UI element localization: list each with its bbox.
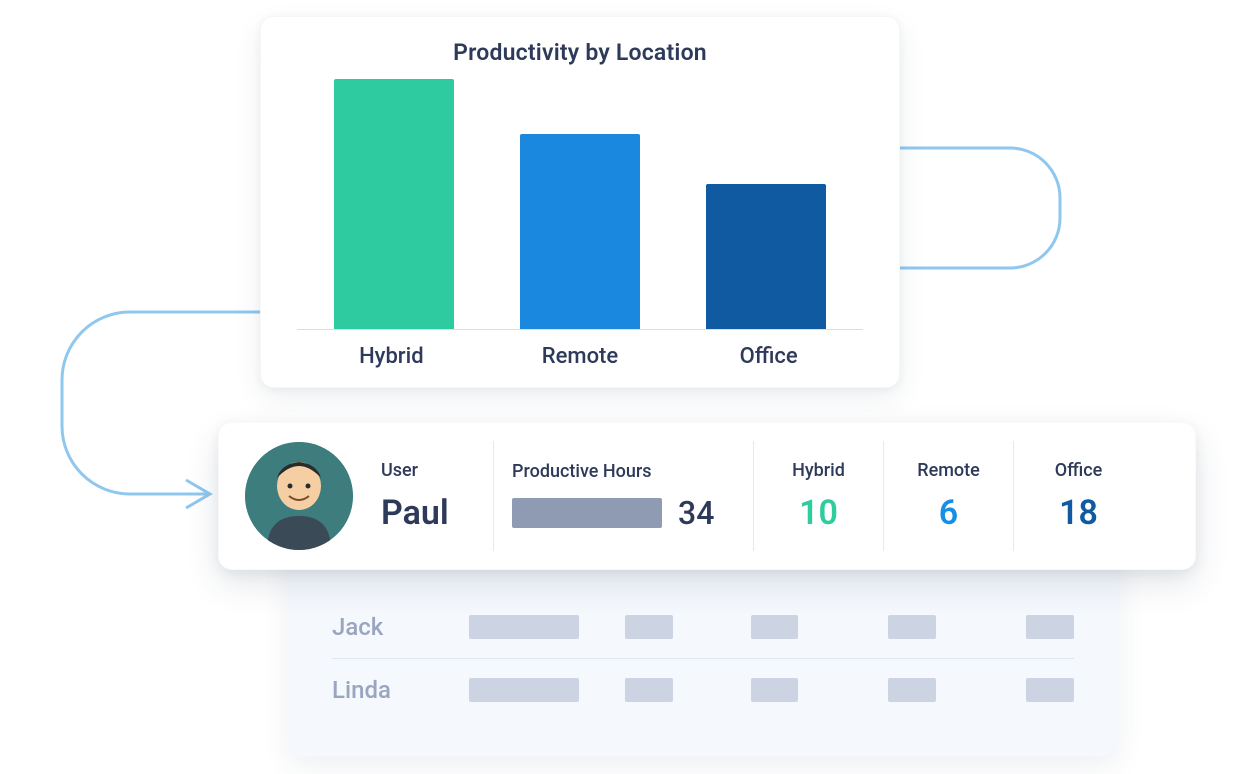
avatar: [245, 442, 353, 550]
chart-plot-area: [297, 76, 863, 330]
list-name: Jack: [332, 613, 451, 641]
placeholder: [751, 678, 799, 702]
chart-label-hybrid: Hybrid: [311, 344, 471, 369]
bar-office: [706, 184, 826, 329]
placeholder: [625, 615, 673, 639]
chart-title: Productivity by Location: [297, 39, 863, 66]
value-office: 18: [1059, 493, 1098, 533]
header-remote: Remote: [917, 460, 980, 481]
list-row: Linda: [332, 658, 1074, 720]
bar-hybrid: [334, 79, 454, 329]
placeholder: [625, 678, 673, 702]
placeholder: [1026, 678, 1074, 702]
header-user: User: [381, 460, 475, 481]
value-hybrid: 10: [799, 493, 838, 533]
productivity-chart-card: Productivity by Location Hybrid Remote O…: [260, 16, 900, 388]
value-remote: 6: [939, 493, 958, 533]
placeholder: [888, 678, 936, 702]
list-row: Jack: [332, 596, 1074, 658]
list-name: Linda: [332, 676, 451, 704]
placeholder: [469, 615, 578, 639]
chart-label-remote: Remote: [500, 344, 660, 369]
header-hybrid: Hybrid: [792, 460, 845, 481]
placeholder: [1026, 615, 1074, 639]
placeholder: [888, 615, 936, 639]
productive-hours-value: 34: [678, 494, 714, 532]
bar-remote: [520, 134, 640, 329]
header-productive-hours: Productive Hours: [512, 461, 735, 482]
placeholder: [751, 615, 799, 639]
user-detail-card: User Paul Productive Hours 34 Hybrid 10 …: [218, 422, 1196, 570]
chart-label-office: Office: [689, 344, 849, 369]
placeholder: [469, 678, 578, 702]
productive-hours-bar: [512, 498, 662, 528]
header-office: Office: [1055, 460, 1103, 481]
user-name: Paul: [381, 493, 475, 533]
